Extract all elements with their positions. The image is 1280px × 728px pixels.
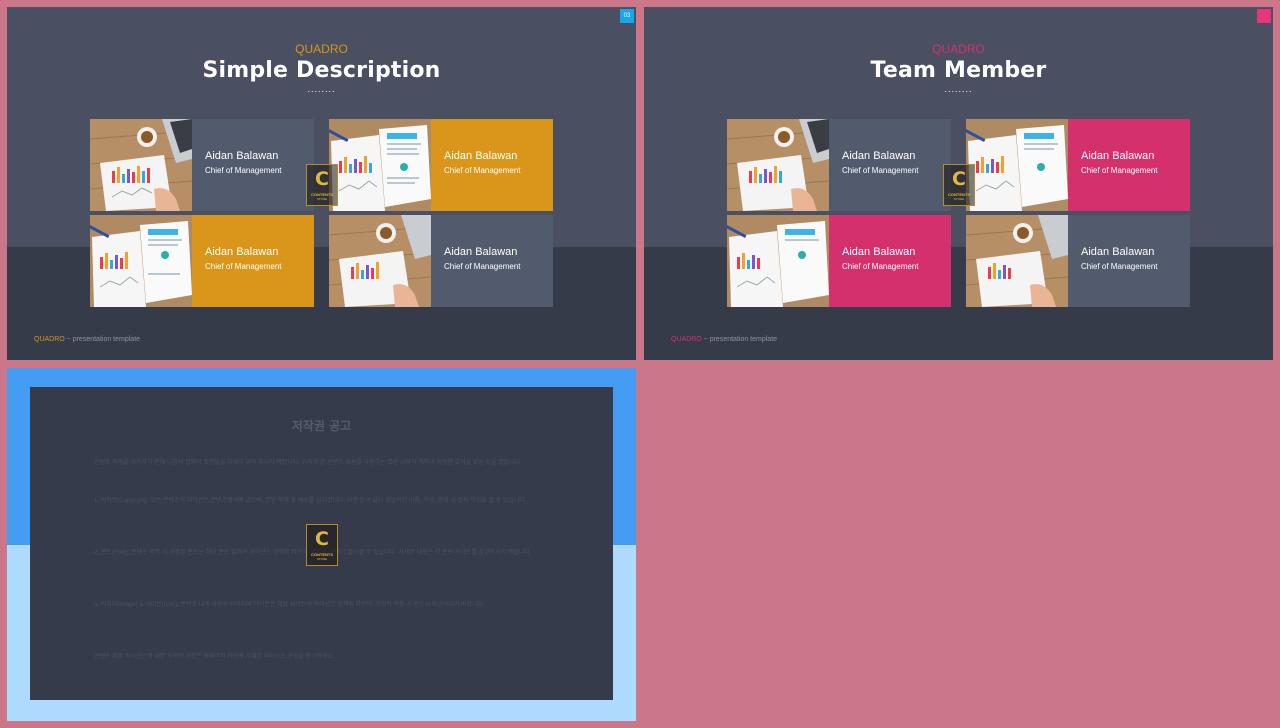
member-name: Aidan Balawan [842, 246, 916, 258]
member-name: Aidan Balawan [205, 150, 279, 162]
member-role: Chief of Management [444, 262, 521, 271]
member-role: Chief of Management [444, 166, 521, 175]
watermark-logo: C CONTENTS STORE [306, 164, 338, 206]
notice-paragraph: 콘텐츠 제품 라이선스에 대한 자세한 사항은 홈페이지 하단에 기재된 라이선… [94, 654, 335, 660]
footer-brand: QUADRO [671, 336, 702, 343]
member-name: Aidan Balawan [1081, 150, 1155, 162]
card-info-panel: Aidan Balawan Chief of Management [431, 119, 553, 211]
documents-photo [90, 215, 192, 307]
laptop-coffee-photo [966, 215, 1068, 307]
member-role: Chief of Management [842, 166, 919, 175]
documents-photo [329, 119, 431, 211]
documents-photo [966, 119, 1068, 211]
card-info-panel: Aidan Balawan Chief of Management [829, 215, 951, 307]
card-info-panel: Aidan Balawan Chief of Management [192, 215, 314, 307]
notice-paragraph: 1. 저작권(Copyright): 모든 콘텐츠의 저작권은 콘텐츠웨어에 있… [94, 498, 527, 504]
card-info-panel: Aidan Balawan Chief of Management [829, 119, 951, 211]
slide-kicker: QUADRO [932, 42, 985, 56]
member-role: Chief of Management [1081, 166, 1158, 175]
team-card[interactable]: Aidan Balawan Chief of Management [966, 119, 1190, 211]
slide-number-badge: 03 [620, 9, 634, 23]
slide-simple-description[interactable]: 03 QUADRO Simple Description ........ Ai… [7, 7, 636, 360]
slide-copyright-notice[interactable]: 저작권 공고 콘텐츠 제품을 사용하기 전에 다음의 합의서 조항들을 자세히 … [7, 368, 636, 721]
watermark-logo: C CONTENTS STORE [943, 164, 975, 206]
title-divider: ........ [944, 84, 973, 94]
slide-number-badge [1257, 9, 1271, 23]
slide-kicker: QUADRO [295, 42, 348, 56]
watermark-logo: C CONTENTS STORE [306, 524, 338, 566]
member-name: Aidan Balawan [444, 150, 518, 162]
member-role: Chief of Management [205, 262, 282, 271]
footer-brand: QUADRO [34, 336, 65, 343]
member-name: Aidan Balawan [444, 246, 518, 258]
laptop-coffee-photo [329, 215, 431, 307]
team-card[interactable]: Aidan Balawan Chief of Management [727, 119, 951, 211]
slide-title: Team Member [870, 58, 1047, 83]
member-name: Aidan Balawan [1081, 246, 1155, 258]
member-name: Aidan Balawan [205, 246, 279, 258]
card-info-panel: Aidan Balawan Chief of Management [431, 215, 553, 307]
card-info-panel: Aidan Balawan Chief of Management [1068, 215, 1190, 307]
slide-title: Simple Description [202, 58, 441, 83]
footer-text: ~ presentation template [64, 336, 141, 343]
member-role: Chief of Management [842, 262, 919, 271]
team-card[interactable]: Aidan Balawan Chief of Management [727, 215, 951, 307]
slide-footer: QUADRO ~ presentation template [671, 336, 777, 343]
notice-title: 저작권 공고 [291, 419, 352, 433]
team-card[interactable]: Aidan Balawan Chief of Management [329, 215, 553, 307]
laptop-coffee-photo [727, 119, 829, 211]
title-divider: ........ [307, 84, 336, 94]
slide-team-member[interactable]: QUADRO Team Member ........ Aidan Balawa… [644, 7, 1273, 360]
team-card[interactable]: Aidan Balawan Chief of Management [90, 215, 314, 307]
notice-paragraph: 3. 이미지(Image) & 아이콘(Icon): 콘텐츠 내에 사용된 이미… [94, 602, 485, 608]
team-card[interactable]: Aidan Balawan Chief of Management [329, 119, 553, 211]
footer-text: ~ presentation template [701, 336, 778, 343]
card-info-panel: Aidan Balawan Chief of Management [1068, 119, 1190, 211]
member-name: Aidan Balawan [842, 150, 916, 162]
member-role: Chief of Management [205, 166, 282, 175]
team-card[interactable]: Aidan Balawan Chief of Management [966, 215, 1190, 307]
documents-photo [727, 215, 829, 307]
team-card[interactable]: Aidan Balawan Chief of Management [90, 119, 314, 211]
notice-paragraph: 콘텐츠 제품을 사용하기 전에 다음의 합의서 조항들을 자세히 읽어 주시기 … [94, 460, 523, 466]
laptop-coffee-photo [90, 119, 192, 211]
slide-footer: QUADRO ~ presentation template [34, 336, 140, 343]
member-role: Chief of Management [1081, 262, 1158, 271]
card-info-panel: Aidan Balawan Chief of Management [192, 119, 314, 211]
